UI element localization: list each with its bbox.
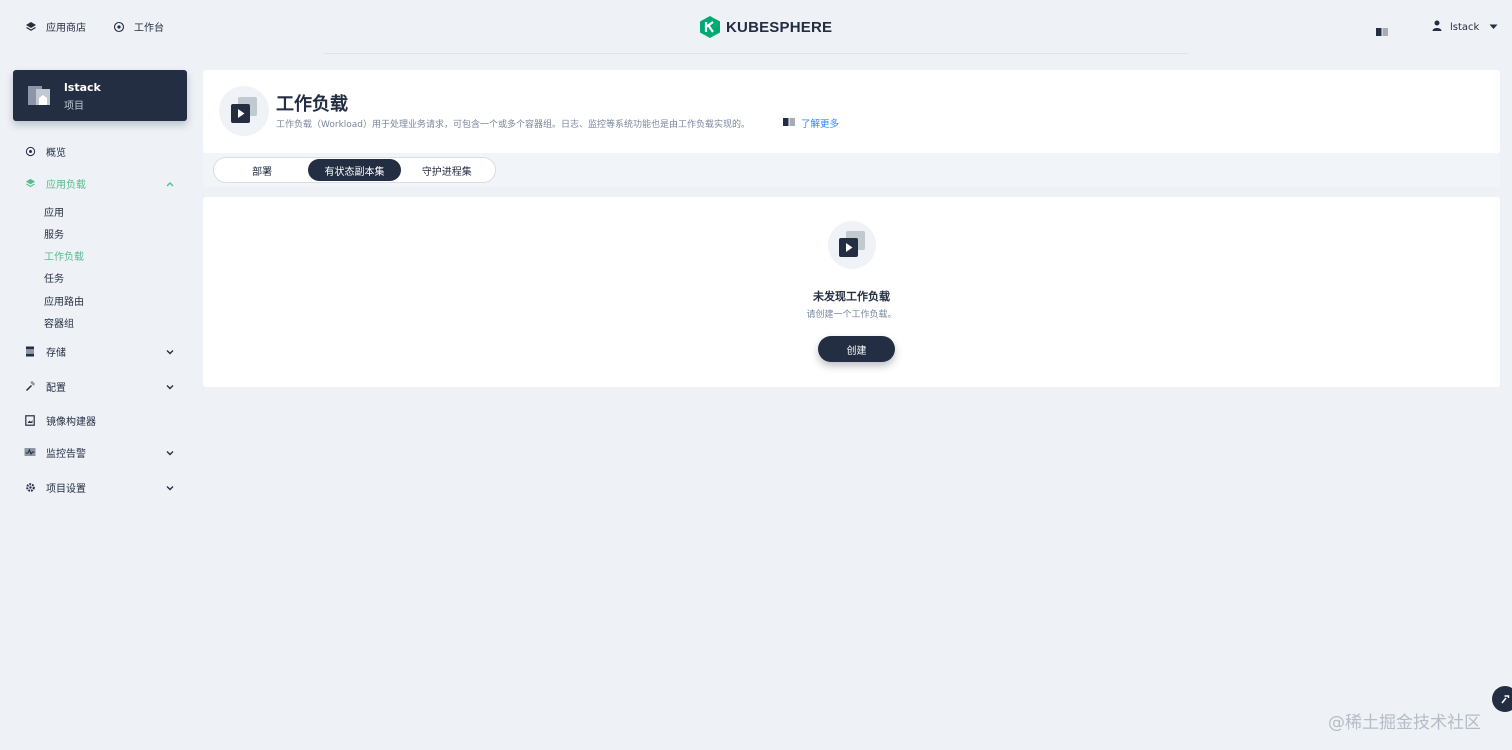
monitor-icon (24, 446, 36, 458)
sidebar-item-label: 配置 (46, 382, 66, 394)
chevron-down-icon[interactable] (165, 382, 175, 392)
sidebar-subitem-ingresses[interactable]: 应用路由 (44, 293, 84, 308)
app-store-label: 应用商店 (46, 23, 86, 34)
caret-down-icon (1489, 22, 1498, 33)
learn-more-label: 了解更多 (801, 119, 840, 130)
user-name: lstack (1450, 21, 1480, 33)
project-card[interactable]: lstack 项目 (13, 70, 187, 121)
create-button[interactable]: 创建 (818, 336, 895, 362)
tab-statefulsets[interactable]: 有状态副本集 (308, 159, 401, 181)
empty-title: 未发现工作负载 (813, 290, 890, 303)
project-icon (27, 83, 51, 111)
sidebar-item-label: 存储 (46, 347, 66, 359)
sidebar-item-label: 应用负载 (46, 179, 86, 191)
workload-type-tabs: 部署 有状态副本集 守护进程集 (213, 157, 496, 183)
sidebar-item-label: 监控告警 (46, 448, 86, 460)
dashboard-icon (24, 145, 36, 157)
database-icon (24, 345, 36, 357)
learn-more-link[interactable]: 了解更多 (783, 116, 839, 130)
sidebar-subitem-apps[interactable]: 应用 (44, 204, 64, 219)
page-description: 工作负载（Workload）用于处理业务请求，可包含一个或多个容器组。日志、监控… (276, 120, 751, 130)
book-icon (783, 117, 795, 130)
workload-icon (828, 221, 876, 269)
sidebar-item-image-builder[interactable]: 镜像构建器 (24, 413, 96, 428)
image-builder-icon (24, 414, 36, 426)
sidebar-subitem-jobs[interactable]: 任务 (44, 270, 64, 285)
sidebar-item-storage[interactable]: 存储 (24, 344, 66, 359)
app-store-link[interactable]: 应用商店 (24, 19, 86, 34)
toolbox-button[interactable] (1492, 686, 1512, 712)
layers-icon (24, 20, 38, 34)
gear-icon (24, 481, 36, 493)
watermark: @稀土掘金技术社区 (1328, 713, 1481, 733)
sidebar-item-project-settings[interactable]: 项目设置 (24, 480, 86, 495)
sidebar-item-label: 镜像构建器 (46, 416, 96, 428)
page-header: 工作负载 工作负载（Workload）用于处理业务请求，可包含一个或多个容器组。… (203, 70, 1500, 153)
logo-text: KUBESPHERE (726, 18, 833, 36)
workbench-label: 工作台 (134, 23, 164, 34)
sidebar-item-label: 项目设置 (46, 483, 86, 495)
kubesphere-logo[interactable]: KUBESPHERE (700, 16, 832, 38)
chevron-down-icon[interactable] (165, 347, 175, 357)
page-title: 工作负载 (276, 94, 348, 115)
chevron-up-icon[interactable] (165, 179, 175, 189)
tab-deployments[interactable]: 部署 (216, 159, 308, 181)
documentation-icon[interactable] (1376, 22, 1388, 41)
user-icon (1432, 20, 1442, 34)
sidebar-subitem-workloads[interactable]: 工作负载 (44, 248, 84, 263)
workload-icon (219, 86, 269, 136)
kubesphere-logo-icon (700, 16, 720, 38)
empty-description: 请创建一个工作负载。 (806, 310, 897, 320)
sidebar-item-config[interactable]: 配置 (24, 379, 66, 394)
user-menu[interactable]: lstack (1432, 20, 1498, 34)
hammer-icon (1501, 695, 1510, 704)
sidebar-item-label: 概览 (46, 147, 66, 159)
sidebar-item-app-workloads[interactable]: 应用负载 (24, 176, 86, 191)
tab-daemonsets[interactable]: 守护进程集 (401, 159, 493, 181)
hammer-icon (24, 380, 36, 392)
project-name: lstack (64, 81, 101, 94)
sidebar-item-monitoring[interactable]: 监控告警 (24, 445, 86, 460)
layers-icon (24, 177, 36, 189)
sidebar-subitem-pods[interactable]: 容器组 (44, 315, 74, 330)
sidebar-subitem-services[interactable]: 服务 (44, 226, 64, 241)
sidebar-item-overview[interactable]: 概览 (24, 144, 66, 159)
dashboard-icon (112, 20, 126, 34)
workbench-link[interactable]: 工作台 (112, 19, 164, 34)
top-divider (324, 53, 1188, 54)
project-type: 项目 (64, 101, 84, 112)
chevron-down-icon[interactable] (165, 483, 175, 493)
empty-state: 未发现工作负载 请创建一个工作负载。 创建 (203, 197, 1500, 387)
chevron-down-icon[interactable] (165, 448, 175, 458)
